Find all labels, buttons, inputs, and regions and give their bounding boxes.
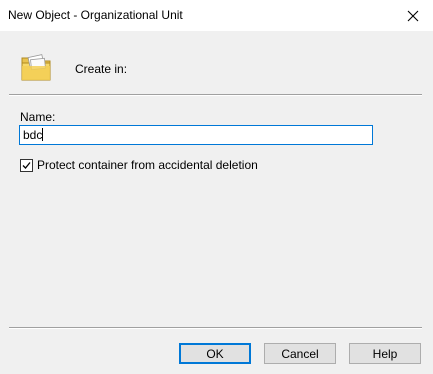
organizational-unit-folder-icon [21,54,51,81]
title-bar: New Object - Organizational Unit [0,0,433,31]
checkmark-icon [22,161,31,169]
close-button[interactable] [393,0,433,31]
name-input-value: bdc [23,128,43,142]
protect-checkbox[interactable] [20,158,33,172]
header-divider [9,94,422,96]
window-title: New Object - Organizational Unit [8,8,183,22]
help-button[interactable]: Help [349,343,421,364]
ok-button[interactable]: OK [179,343,251,364]
create-in-label: Create in: [75,62,128,76]
close-icon [407,10,419,21]
protect-container-option[interactable]: Protect container from accidental deleti… [20,158,258,172]
protect-label: Protect container from accidental deleti… [37,158,258,172]
text-caret [42,128,44,141]
name-label: Name: [20,110,56,124]
cancel-button[interactable]: Cancel [264,343,336,364]
footer-divider [9,327,422,329]
name-input[interactable]: bdc [19,125,373,145]
